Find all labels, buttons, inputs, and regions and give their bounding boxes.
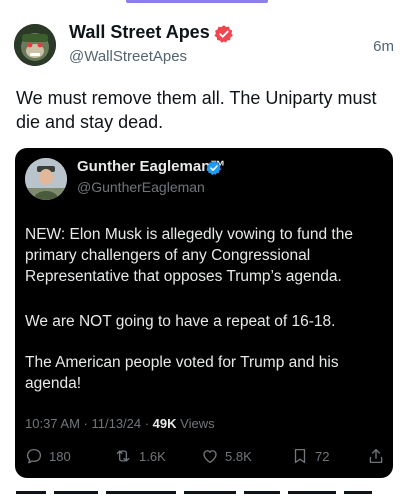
share-button[interactable] [367,447,385,465]
reply-icon [26,448,42,464]
reply-count: 180 [49,448,71,464]
repost-button[interactable]: 1.6K [113,447,201,465]
verified-badge-icon [214,24,234,44]
avatar-image [14,24,56,66]
avatar[interactable] [14,24,56,66]
post-text: We must remove them all. The Uniparty mu… [16,88,377,132]
quoted-paragraph: We are NOT going to have a repeat of 16-… [25,313,336,330]
next-post-peek [16,491,396,500]
quoted-display-name[interactable]: Gunther Eagleman™ [77,158,225,175]
quoted-paragraph: The American people voted for Trump and … [25,354,339,392]
views-count: 49K [152,416,177,431]
tab-indicator [126,0,268,3]
bookmark-icon [294,448,306,464]
quoted-paragraph: NEW: Elon Musk is allegedly vowing to fu… [25,226,353,285]
post-date: 10:37 AM · 11/13/24 · [25,416,153,431]
action-bar: 180 1.6K 5.8K 72 [25,444,385,468]
post-meta: 10:37 AM · 11/13/24 · 49K Views [25,416,215,431]
handle[interactable]: @WallStreetApes [69,48,187,65]
quoted-avatar-image [25,158,67,200]
quoted-handle[interactable]: @GuntherEagleman [77,179,205,195]
bookmark-button[interactable]: 72 [291,447,367,465]
timestamp: 6m [373,38,394,55]
repost-count: 1.6K [139,448,166,464]
verified-badge-icon [206,160,222,176]
views-label: Views [176,416,215,431]
like-count: 5.8K [225,448,252,464]
like-button[interactable]: 5.8K [201,447,291,465]
reply-button[interactable]: 180 [25,447,113,465]
share-icon [369,448,383,464]
bookmark-count: 72 [315,448,330,464]
like-icon [203,450,217,464]
quoted-avatar[interactable] [25,158,67,200]
display-name[interactable]: Wall Street Apes [69,22,210,43]
repost-icon [116,450,130,462]
quoted-post[interactable]: Gunther Eagleman™ @GuntherEagleman NEW: … [15,148,393,478]
